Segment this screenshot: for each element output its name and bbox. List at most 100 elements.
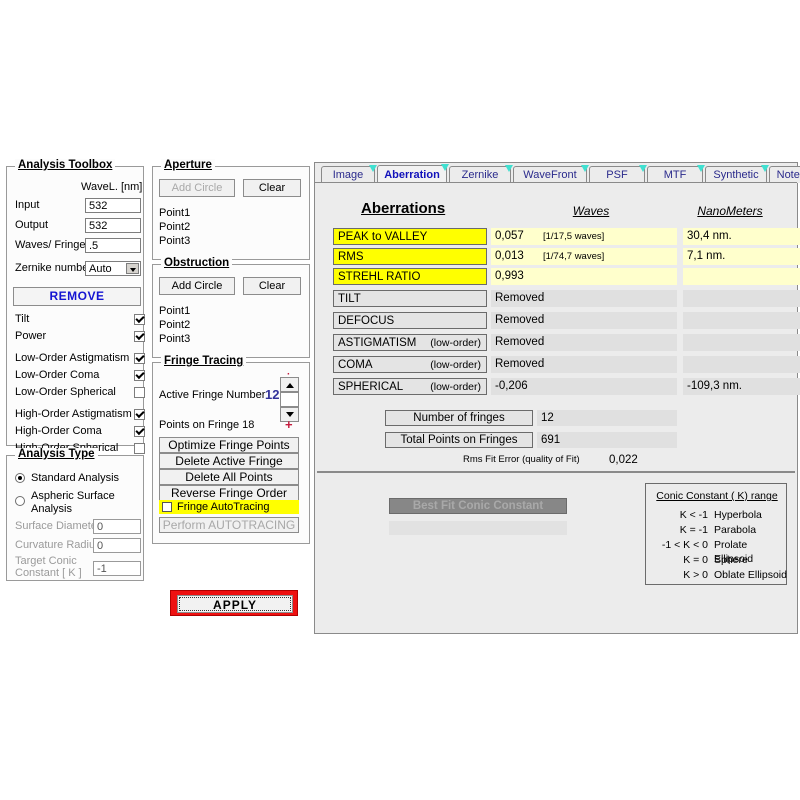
zernike-number-label: Zernike number (15, 260, 92, 277)
summary-row-rms-fit: Rms Fit Error (quality of Fit) 0,022 (385, 452, 685, 468)
fringe-tracing-legend: Fringe Tracing (161, 355, 246, 367)
zernike-number-value: Auto (89, 262, 112, 276)
tab-synthetic[interactable]: Synthetic (705, 166, 767, 183)
radio-standard-analysis[interactable] (15, 473, 25, 483)
column-header-nanometers: NanoMeters (675, 204, 785, 218)
checkbox-row-high-order-coma[interactable]: High-Order Coma (15, 424, 102, 439)
obstruction-add-circle-button[interactable]: Add Circle (159, 277, 235, 295)
reverse-fringe-order-button[interactable]: Reverse Fringe Order (159, 485, 299, 501)
tab-mtf-label: MTF (664, 169, 687, 181)
aperture-clear-button[interactable]: Clear (243, 179, 301, 197)
tab-nub-icon (441, 164, 449, 171)
surface-diameter-label: Surface Diameter (15, 518, 101, 535)
rms-fit-error-value: 0,022 (609, 452, 638, 468)
zernike-number-select[interactable]: Auto (85, 261, 141, 276)
obstruction-panel: Obstruction Add Circle Clear Point1 Poin… (152, 264, 310, 358)
checkbox-high-order-astigmatism[interactable] (134, 409, 145, 420)
remove-button[interactable]: REMOVE (13, 287, 141, 306)
aberration-waves-value: Removed (491, 312, 677, 329)
checkbox-row-power[interactable]: Power (15, 329, 46, 344)
aperture-legend: Aperture (161, 159, 215, 171)
aperture-point-1: Point1 (159, 207, 190, 220)
surface-diameter-field[interactable]: 0 (93, 519, 141, 534)
summary-row-fringes: Number of fringes 12 (385, 410, 685, 426)
aberration-nm-value (683, 334, 800, 351)
tab-aberration[interactable]: Aberration (377, 165, 447, 183)
total-points-value: 691 (537, 432, 677, 448)
aberration-name: ASTIGMATISM (low-order) (333, 334, 487, 351)
checkbox-row-low-order-astigmatism[interactable]: Low-Order Astigmatism (15, 351, 129, 366)
aberration-waves-number: 0,013 (495, 250, 524, 262)
obstruction-clear-button[interactable]: Clear (243, 277, 301, 295)
tab-notes[interactable]: Notes (769, 166, 800, 183)
checkbox-low-order-spherical[interactable] (134, 387, 145, 398)
checkbox-row-high-order-astigmatism[interactable]: High-Order Astigmatism (15, 407, 132, 422)
aberration-waves-value: Removed (491, 290, 677, 307)
checkbox-high-order-spherical[interactable] (134, 443, 145, 454)
checkbox-low-order-astigmatism[interactable] (134, 353, 145, 364)
conic-legend-title: Conic Constant ( K) range (646, 490, 788, 502)
checkbox-row-tilt[interactable]: Tilt (15, 312, 29, 327)
conic-k-range: K > 0 (646, 568, 708, 582)
radio-label-standard-analysis[interactable]: Standard Analysis (31, 472, 119, 485)
aperture-point-2: Point2 (159, 221, 190, 234)
checkbox-label-low-order-spherical: Low-Order Spherical (15, 386, 116, 398)
best-fit-conic-constant-button[interactable]: Best Fit Conic Constant (389, 498, 567, 514)
waves-per-fringe-field[interactable]: .5 (85, 238, 141, 253)
checkbox-tilt[interactable] (134, 314, 145, 325)
checkbox-power[interactable] (134, 331, 145, 342)
aberration-waves-fraction: [1/74,7 waves] (543, 248, 604, 266)
active-fringe-number-label: Active Fringe Number (159, 389, 265, 401)
tab-wavefront[interactable]: WaveFront (513, 166, 587, 183)
fringe-autotracing-row[interactable]: Fringe AutoTracing (159, 500, 299, 514)
analysis-type-panel: Analysis Type Standard Analysis Aspheric… (6, 455, 144, 581)
checkbox-low-order-coma[interactable] (134, 370, 145, 381)
conic-k-range: K < -1 (646, 508, 708, 522)
spinner-field[interactable] (280, 392, 299, 407)
checkbox-high-order-coma[interactable] (134, 426, 145, 437)
aberration-name: DEFOCUS (333, 312, 487, 329)
chevron-down-icon[interactable] (126, 263, 139, 274)
output-field[interactable]: 532 (85, 218, 141, 233)
spinner-up-icon[interactable] (280, 377, 299, 392)
aberration-waves-fraction: [1/17,5 waves] (543, 228, 604, 246)
perform-autotracing-button[interactable]: Perform AUTOTRACING (159, 517, 299, 533)
conic-k-range: K = 0 (646, 553, 708, 567)
conic-legend-row: K > 0 Oblate Ellipsoid (646, 568, 788, 582)
conic-k-range: K = -1 (646, 523, 708, 537)
column-header-waves: Waves (531, 204, 651, 218)
target-conic-constant-label: Target Conic Constant [ K ] (15, 555, 93, 579)
tab-zernike[interactable]: Zernike (449, 166, 511, 183)
summary-row-points: Total Points on Fringes 691 (385, 432, 685, 448)
aberration-nm-value: 7,1 nm. (683, 248, 800, 265)
aberration-waves-number: 0,993 (495, 270, 524, 282)
total-points-label: Total Points on Fringes (385, 432, 533, 448)
number-of-fringes-value: 12 (537, 410, 677, 426)
optimize-fringe-points-button[interactable]: Optimize Fringe Points (159, 437, 299, 453)
tab-image[interactable]: Image (321, 166, 375, 183)
input-field[interactable]: 532 (85, 198, 141, 213)
tab-nub-icon (697, 165, 705, 172)
apply-button[interactable]: APPLY (177, 595, 293, 613)
delete-all-points-button[interactable]: Delete All Points (159, 469, 299, 485)
tab-psf[interactable]: PSF (589, 166, 645, 183)
checkbox-fringe-autotracing[interactable] (162, 502, 172, 512)
analysis-toolbox-panel: Analysis Toolbox WaveL. [nm] Input 532 O… (6, 166, 144, 446)
aperture-add-circle-button[interactable]: Add Circle (159, 179, 235, 197)
aberration-waves-value: 0,013 [1/74,7 waves] (491, 248, 677, 265)
target-conic-constant-field[interactable]: -1 (93, 561, 141, 576)
radio-label-aspheric-surface-analysis[interactable]: Aspheric Surface Analysis (31, 490, 131, 516)
aberration-nm-value (683, 290, 800, 307)
aberration-name: COMA (low-order) (333, 356, 487, 373)
tab-mtf[interactable]: MTF (647, 166, 703, 183)
radio-aspheric-surface-analysis[interactable] (15, 496, 25, 506)
tab-psf-label: PSF (606, 169, 627, 181)
checkbox-label-power: Power (15, 330, 46, 342)
aberration-waves-value: -0,206 (491, 378, 677, 395)
checkbox-row-low-order-spherical[interactable]: Low-Order Spherical (15, 385, 116, 400)
delete-active-fringe-button[interactable]: Delete Active Fringe (159, 453, 299, 469)
checkbox-row-low-order-coma[interactable]: Low-Order Coma (15, 368, 99, 383)
conic-shape: Oblate Ellipsoid (714, 568, 787, 582)
tab-aberration-label: Aberration (384, 169, 440, 181)
curvature-radius-field[interactable]: 0 (93, 538, 141, 553)
